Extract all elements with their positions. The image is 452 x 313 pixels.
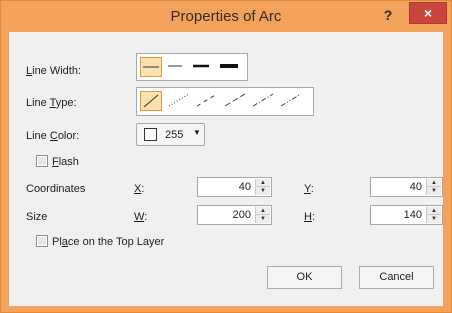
y-decrement-button[interactable]: ▼ — [427, 187, 441, 195]
flash-accel: F — [52, 156, 59, 168]
w-accel: W — [134, 211, 145, 223]
thin-line-icon — [143, 66, 159, 68]
y-spin-buttons: ▲ ▼ — [426, 179, 441, 195]
w-decrement-button[interactable]: ▼ — [256, 215, 270, 223]
h-value: 140 — [403, 209, 422, 221]
ok-button[interactable]: OK — [267, 266, 342, 289]
x-spin-buttons: ▲ ▼ — [255, 179, 270, 195]
coordinates-label: Coordinates — [26, 183, 86, 195]
y-value: 40 — [409, 181, 422, 193]
line-type-label-rest: ype: — [55, 97, 77, 109]
x-spinbox[interactable]: 40 ▲ ▼ — [197, 177, 272, 197]
dialog-body: Line Width: Line Type: Line Color: 255 ▼… — [9, 32, 443, 306]
line-color-value: 255 — [165, 129, 184, 141]
line-width-option-3[interactable] — [190, 57, 214, 77]
h-decrement-button[interactable]: ▼ — [427, 215, 441, 223]
line-color-dropdown[interactable]: 255 ▼ — [136, 123, 205, 146]
h-label: H: — [304, 211, 315, 223]
line-type-option-dash-dot[interactable] — [251, 91, 275, 111]
close-button[interactable]: × — [409, 2, 447, 24]
y-increment-button[interactable]: ▲ — [427, 179, 441, 187]
medium-line-icon — [168, 65, 182, 67]
line-type-label: Line Type: — [26, 97, 77, 109]
w-increment-button[interactable]: ▲ — [256, 207, 270, 215]
line-width-picker — [136, 53, 248, 81]
top-layer-label-pre: Pl — [52, 236, 62, 248]
h-increment-button[interactable]: ▲ — [427, 207, 441, 215]
line-type-picker — [136, 87, 314, 116]
line-width-option-1[interactable] — [140, 57, 162, 77]
cancel-button[interactable]: Cancel — [359, 266, 434, 289]
line-color-label: Line Color: — [26, 130, 79, 142]
line-color-label-pre: Line — [26, 130, 50, 142]
x-value: 40 — [238, 181, 251, 193]
dotted-diagonal-icon — [168, 93, 190, 107]
solid-diagonal-icon — [143, 94, 159, 108]
w-spinbox[interactable]: 200 ▲ ▼ — [197, 205, 272, 225]
h-label-rest: : — [311, 211, 316, 223]
h-accel: H — [304, 211, 312, 223]
w-value: 200 — [232, 209, 251, 221]
help-button[interactable]: ? — [376, 3, 400, 27]
dashed-diagonal-icon — [196, 93, 218, 107]
line-width-label: Line Width: — [26, 65, 81, 77]
h-spinbox[interactable]: 140 ▲ ▼ — [370, 205, 443, 225]
h-spin-buttons: ▲ ▼ — [426, 207, 441, 223]
line-type-label-pre: Line — [26, 97, 50, 109]
top-layer-checkbox[interactable] — [36, 235, 48, 247]
dropdown-arrow-icon: ▼ — [193, 128, 201, 137]
x-decrement-button[interactable]: ▼ — [256, 187, 270, 195]
title-bar[interactable]: Properties of Arc ? × — [1, 1, 451, 31]
line-color-accel: C — [49, 130, 58, 142]
x-label-rest: : — [141, 183, 145, 195]
top-layer-label[interactable]: Place on the Top Layer — [52, 236, 164, 248]
y-label: Y: — [304, 183, 314, 195]
x-label: X: — [134, 183, 144, 195]
y-spinbox[interactable]: 40 ▲ ▼ — [370, 177, 443, 197]
long-dash-diagonal-icon — [224, 93, 246, 107]
top-layer-label-rest: ce on the Top Layer — [67, 236, 165, 248]
extra-thick-line-icon — [220, 64, 238, 68]
y-accel: Y — [304, 183, 311, 195]
w-label: W: — [134, 211, 147, 223]
line-type-option-solid[interactable] — [140, 91, 162, 111]
flash-label[interactable]: Flash — [52, 156, 79, 168]
line-color-label-rest: olor: — [57, 130, 80, 142]
size-label: Size — [26, 211, 48, 223]
color-swatch — [144, 128, 157, 141]
thick-line-icon — [193, 64, 209, 68]
dash-dot-dot-diagonal-icon — [280, 93, 302, 107]
x-increment-button[interactable]: ▲ — [256, 179, 270, 187]
line-type-option-dotted[interactable] — [167, 91, 191, 111]
line-type-option-long-dash[interactable] — [223, 91, 247, 111]
flash-label-text: lash — [58, 156, 79, 168]
line-width-option-4[interactable] — [217, 57, 243, 77]
flash-checkbox[interactable] — [36, 155, 48, 167]
line-width-option-2[interactable] — [165, 57, 187, 77]
w-label-rest: : — [144, 211, 148, 223]
line-width-label-text: ine Width: — [32, 65, 82, 77]
line-type-option-dash-dot-dot[interactable] — [279, 91, 303, 111]
w-spin-buttons: ▲ ▼ — [255, 207, 270, 223]
line-type-option-dashed[interactable] — [195, 91, 219, 111]
properties-dialog: Properties of Arc ? × Line Width: Line T… — [0, 0, 452, 313]
dash-dot-diagonal-icon — [252, 93, 274, 107]
y-label-rest: : — [310, 183, 314, 195]
